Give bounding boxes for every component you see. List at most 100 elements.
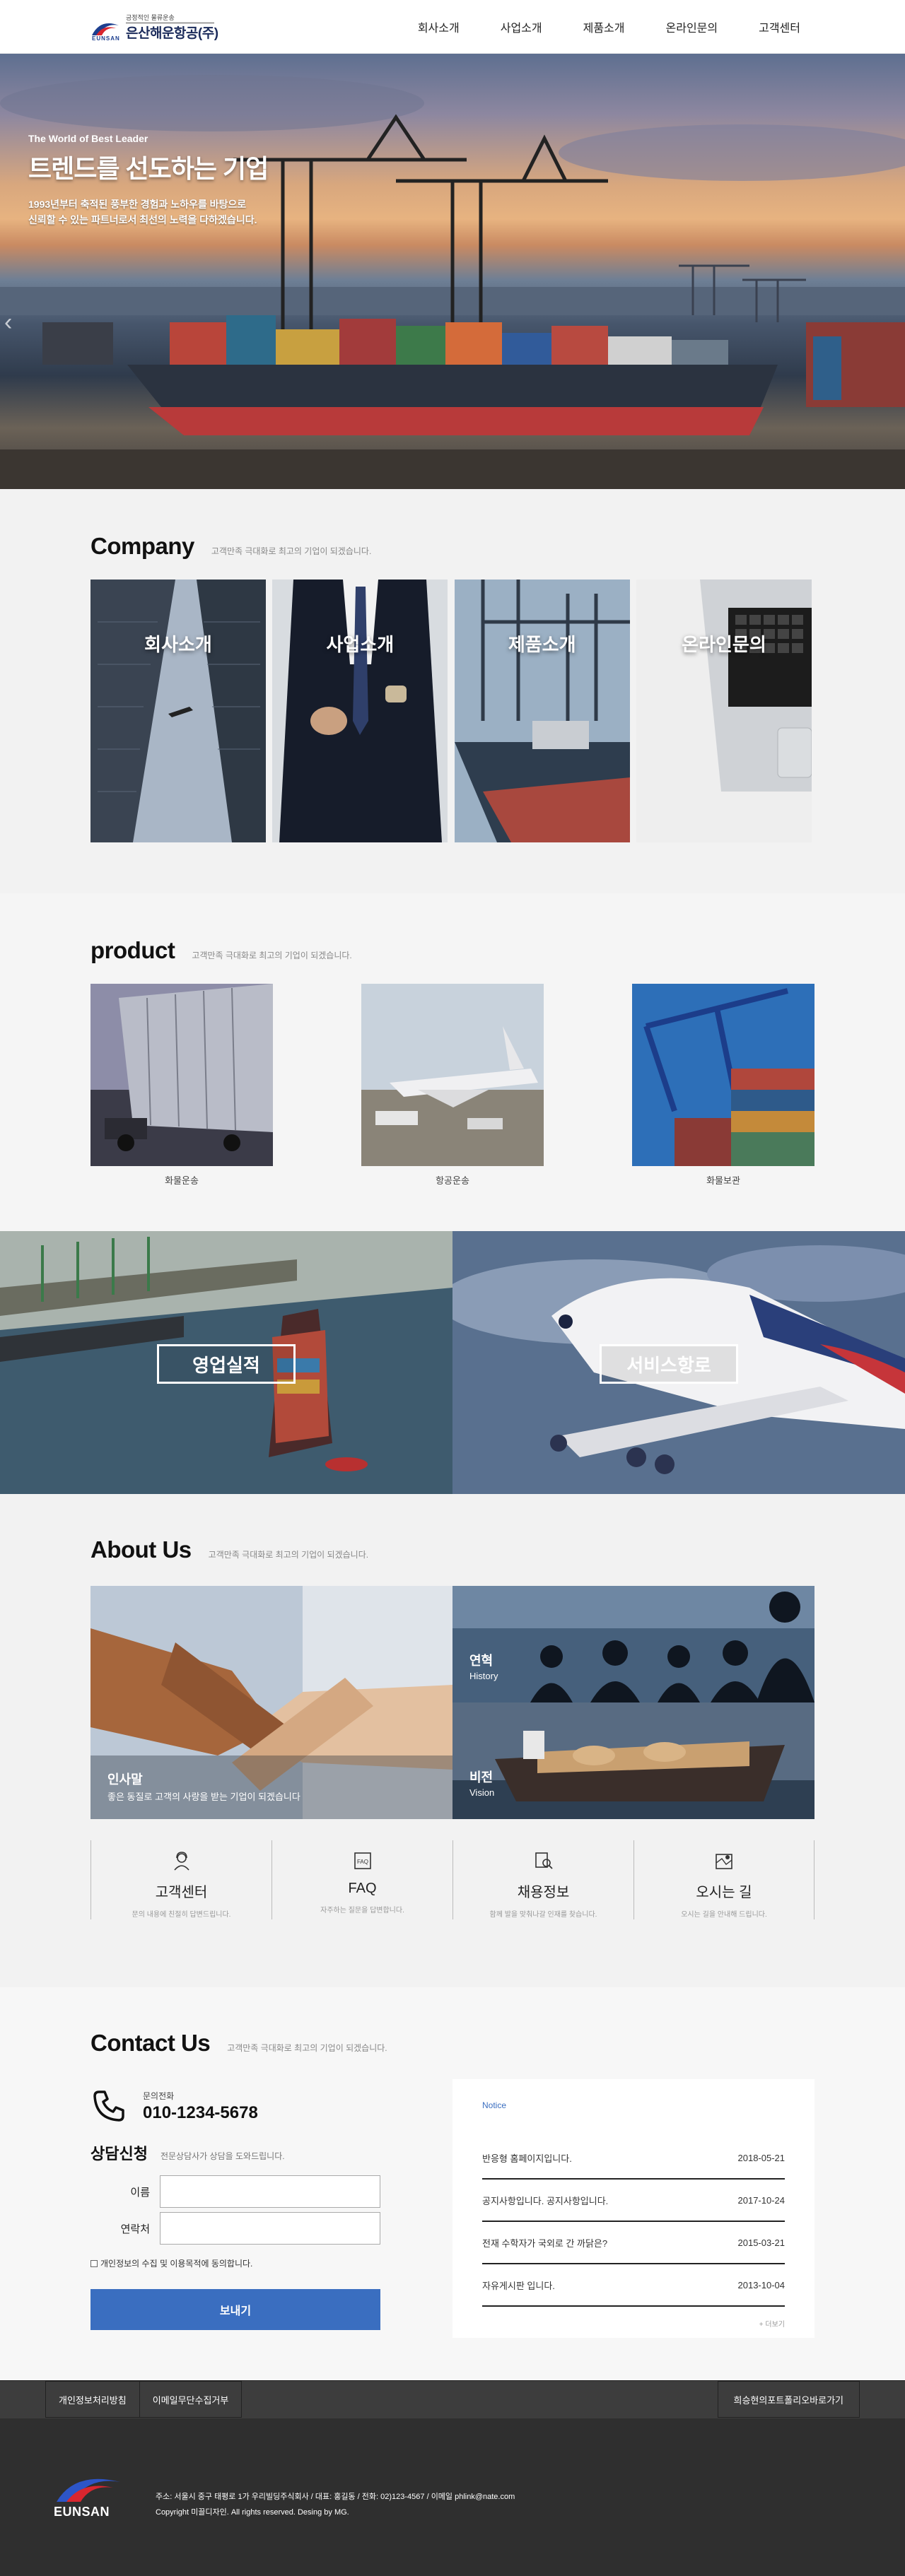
- logo-wave-icon: [92, 23, 119, 35]
- quick-desc: 오시는 길을 안내해 드립니다.: [681, 1911, 767, 1919]
- building-image: [90, 580, 266, 842]
- about-right-column: 연혁 History 비전 Vision: [452, 1586, 814, 1819]
- phone-number[interactable]: 010-1234-5678: [143, 2103, 258, 2123]
- product-image: [361, 984, 544, 1166]
- banner-sales[interactable]: 영업실적: [0, 1231, 452, 1494]
- nav-product[interactable]: 제품소개: [583, 18, 625, 35]
- routes-button[interactable]: 서비스항로: [600, 1344, 738, 1384]
- recruit-search-icon: [535, 1852, 553, 1869]
- product-item-air[interactable]: 항공운송: [361, 984, 544, 1187]
- email-refusal-link[interactable]: 이메일무단수집거부: [139, 2381, 243, 2418]
- phone-text: 문의전화 010-1234-5678: [143, 2090, 258, 2123]
- logo-name: 은산해운항공(주): [126, 26, 218, 41]
- product-section: product 고객만족 극대화로 최고의 기업이 되겠습니다. 화물운송 항공…: [0, 893, 905, 1231]
- vision-caption: 비전 Vision: [469, 1768, 494, 1798]
- logo[interactable]: EUNSAN 긍정적인 물류운송 은산해운항공(주): [90, 10, 225, 44]
- tel-input[interactable]: [160, 2212, 380, 2245]
- quick-location[interactable]: 오시는 길 오시는 길을 안내해 드립니다.: [634, 1840, 814, 1919]
- history-tile[interactable]: 연혁 History: [452, 1586, 814, 1702]
- notice-item-title: 전재 수학자가 국외로 간 까닭은?: [482, 2237, 608, 2249]
- hero-prev-arrow-icon[interactable]: ‹: [4, 308, 18, 336]
- main-nav: 회사소개 사업소개 제품소개 온라인문의 고객센터: [377, 0, 800, 54]
- silhouettes-image: [452, 1586, 814, 1702]
- map-icon: [716, 1854, 732, 1869]
- notice-item-date: 2015-03-21: [737, 2237, 786, 2248]
- notice-item[interactable]: 자유게시판 입니다. 2013-10-04: [482, 2264, 785, 2307]
- product-label: 화물운송: [165, 1175, 199, 1186]
- banner-routes[interactable]: 서비스항로: [452, 1231, 905, 1494]
- notice-item[interactable]: 공지사항입니다. 공지사항입니다. 2017-10-24: [482, 2180, 785, 2222]
- greeting-desc: 좋은 동질로 고객의 사랑을 받는 기업이 되겠습니다: [107, 1792, 300, 1802]
- quick-title: 채용정보: [517, 1885, 570, 1900]
- company-card-business[interactable]: 사업소개: [272, 580, 448, 842]
- quick-desc: 문의 내용에 친절히 답변드립니다.: [132, 1911, 231, 1919]
- footer-logo-text: EUNSAN: [54, 2505, 110, 2519]
- quick-title: FAQ: [348, 1881, 377, 1896]
- company-title: Company: [90, 533, 194, 559]
- hero-port-image: [0, 75, 905, 489]
- tel-row: 연락처: [90, 2212, 380, 2245]
- portfolio-link[interactable]: 희승현의포트폴리오바로가기: [717, 2381, 860, 2418]
- banner-row: 영업실적 서비스항로: [0, 1231, 905, 1494]
- privacy-policy-link[interactable]: 개인정보처리방침: [45, 2381, 140, 2418]
- about-greeting-tile[interactable]: 인사말 좋은 동질로 고객의 사랑을 받는 기업이 되겠습니다: [90, 1586, 452, 1819]
- product-head: product 고객만족 극대화로 최고의 기업이 되겠습니다.: [90, 937, 814, 964]
- nav-support[interactable]: 고객센터: [759, 18, 800, 35]
- notice-item-title: 자유게시판 입니다.: [482, 2280, 555, 2291]
- laptop-image: [636, 580, 812, 842]
- company-card-about[interactable]: 회사소개: [90, 580, 266, 842]
- agree-checkbox[interactable]: [90, 2259, 98, 2267]
- businessman-image: [272, 580, 448, 842]
- phone-row: 문의전화 010-1234-5678: [90, 2088, 380, 2124]
- send-button[interactable]: 보내기: [90, 2289, 380, 2330]
- quick-recruit[interactable]: 채용정보 함께 발을 맞춰나갈 인재를 찾습니다.: [452, 1840, 634, 1919]
- hero-text: The World of Best Leader 트렌드를 선도하는 기업 19…: [28, 133, 269, 228]
- footer-logo: EUNSAN: [54, 2471, 124, 2527]
- quick-title: 오시는 길: [696, 1885, 752, 1900]
- nav-business[interactable]: 사업소개: [501, 18, 542, 35]
- product-subtitle: 고객만족 극대화로 최고의 기업이 되겠습니다.: [192, 951, 352, 960]
- site-header: EUNSAN 긍정적인 물류운송 은산해운항공(주) 회사소개 사업소개 제품소…: [0, 0, 905, 54]
- company-card-label: 사업소개: [326, 634, 395, 655]
- name-label: 이름: [130, 2186, 150, 2199]
- quick-desc: 자주하는 질문을 답변합니다.: [320, 1907, 404, 1915]
- quick-faq[interactable]: FAQ FAQ 자주하는 질문을 답변합니다.: [272, 1840, 452, 1919]
- company-card-product[interactable]: 제품소개: [454, 580, 630, 842]
- company-head: Company 고객만족 극대화로 최고의 기업이 되겠습니다.: [90, 533, 814, 560]
- product-item-storage[interactable]: 화물보관: [632, 984, 814, 1187]
- contact-head: Contact Us 고객만족 극대화로 최고의 기업이 되겠습니다.: [90, 2030, 814, 2057]
- phone-label: 문의전화: [143, 2090, 175, 2101]
- product-grid: 화물운송 항공운송 화물보관: [90, 984, 814, 1187]
- notice-board: Notice 반응형 홈페이지입니다. 2018-05-21 공지사항입니다. …: [452, 2079, 814, 2338]
- name-row: 이름: [90, 2175, 380, 2208]
- cargo-ship-image: [454, 580, 630, 842]
- phone-icon: [93, 2090, 124, 2122]
- product-item-truck[interactable]: 화물운송: [90, 984, 273, 1187]
- customer-service-icon: [173, 1852, 189, 1871]
- company-card-inquiry[interactable]: 온라인문의: [636, 580, 812, 842]
- nav-company[interactable]: 회사소개: [418, 18, 460, 35]
- about-subtitle: 고객만족 극대화로 최고의 기업이 되겠습니다.: [208, 1550, 369, 1560]
- notice-item[interactable]: 반응형 홈페이지입니다. 2018-05-21: [482, 2137, 785, 2180]
- company-subtitle: 고객만족 극대화로 최고의 기업이 되겠습니다.: [211, 546, 372, 556]
- hero-desc-line2: 신뢰할 수 있는 파트너로서 최선의 노력을 다하겠습니다.: [28, 214, 257, 225]
- notice-item-date: 2017-10-24: [737, 2194, 786, 2206]
- footer: EUNSAN 주소: 서울시 중구 태평로 1가 우리빌딩주식회사 / 대표: …: [0, 2418, 905, 2576]
- notice-item-title: 반응형 홈페이지입니다.: [482, 2153, 572, 2164]
- vision-tile[interactable]: 비전 Vision: [452, 1702, 814, 1819]
- name-input[interactable]: [160, 2175, 380, 2208]
- vision-title: 비전: [469, 1770, 494, 1784]
- company-card-label: 회사소개: [144, 634, 212, 655]
- nav-inquiry[interactable]: 온라인문의: [666, 18, 718, 35]
- sales-button[interactable]: 영업실적: [157, 1344, 296, 1384]
- company-card-label: 제품소개: [508, 634, 576, 655]
- notice-item[interactable]: 전재 수학자가 국외로 간 까닭은? 2015-03-21: [482, 2222, 785, 2264]
- notice-more-link[interactable]: + 더보기: [482, 2318, 785, 2329]
- quick-support[interactable]: 고객센터 문의 내용에 친절히 답변드립니다.: [90, 1840, 272, 1919]
- logo-slogan: 긍정적인 물류운송: [126, 13, 214, 23]
- airplane-image: [361, 984, 544, 1166]
- hero-tagline: The World of Best Leader: [28, 133, 148, 144]
- company-section: Company 고객만족 극대화로 최고의 기업이 되겠습니다. 회사소개 사업…: [0, 489, 905, 893]
- svg-text:FAQ: FAQ: [356, 1859, 368, 1865]
- notice-item-title: 공지사항입니다. 공지사항입니다.: [482, 2195, 609, 2206]
